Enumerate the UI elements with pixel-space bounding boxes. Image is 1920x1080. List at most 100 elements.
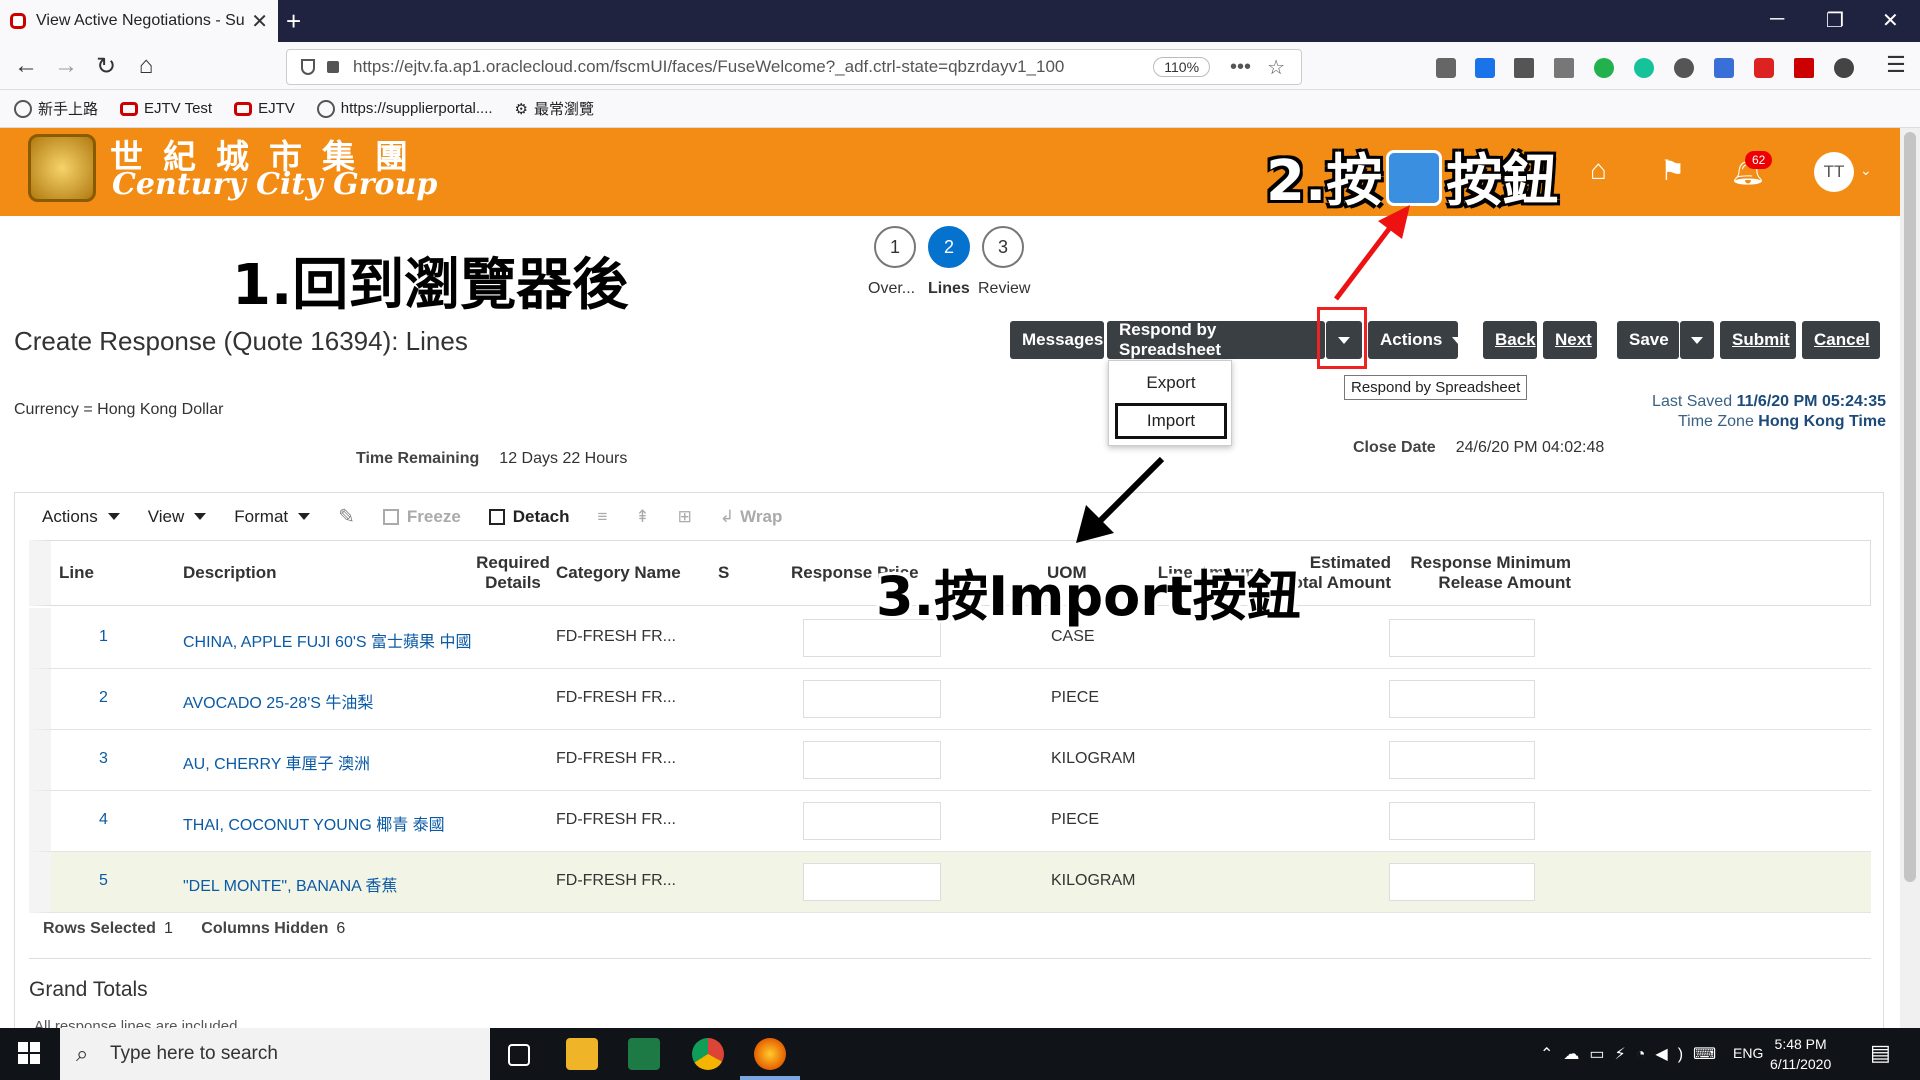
col-s[interactable]: S (718, 563, 729, 583)
address-bar[interactable]: https://ejtv.fa.ap1.oraclecloud.com/fscm… (286, 49, 1302, 85)
line-number[interactable]: 5 (99, 872, 108, 890)
line-number[interactable]: 4 (99, 811, 108, 829)
save-button[interactable]: Save (1617, 321, 1679, 359)
detach-button[interactable]: Detach (488, 507, 569, 527)
minimize-icon[interactable]: ─ (1770, 8, 1784, 31)
user-avatar[interactable]: TT (1814, 152, 1854, 192)
table-row[interactable]: 3 AU, CHERRY 車厘子 澳洲 FD-FRESH FR... KILOG… (29, 730, 1871, 791)
menu-icon[interactable]: ☰ (1880, 52, 1912, 78)
train-label-overview[interactable]: Over... (868, 280, 915, 298)
bookmark-extension-icon[interactable] (1714, 58, 1734, 78)
cancel-button[interactable]: Cancel (1802, 321, 1880, 359)
back-arrow-icon[interactable]: ← (10, 52, 42, 80)
next-button[interactable]: Next (1543, 321, 1597, 359)
train-label-review[interactable]: Review (978, 280, 1030, 298)
col-description[interactable]: Description (183, 563, 277, 583)
response-price-input[interactable] (803, 863, 941, 901)
chrome-icon[interactable] (692, 1038, 724, 1070)
grammarly-icon[interactable] (1634, 58, 1654, 78)
windows-start-icon[interactable] (18, 1042, 40, 1064)
bookmark-item[interactable]: https://supplierportal.... (316, 99, 493, 118)
extension-icon[interactable] (1834, 58, 1854, 78)
menu-item-import[interactable]: Import (1115, 403, 1227, 439)
reading-list-icon[interactable] (1436, 58, 1456, 78)
close-tab-icon[interactable]: ✕ (251, 9, 268, 34)
home-icon[interactable]: ⌂ (1590, 154, 1607, 186)
toolbar-format-menu[interactable]: Format (234, 507, 311, 527)
line-number[interactable]: 2 (99, 689, 108, 707)
col-line[interactable]: Line (59, 563, 94, 583)
train-step-1[interactable]: 1 (874, 226, 916, 268)
min-release-input[interactable] (1389, 680, 1535, 718)
wrap-button[interactable]: ↲ Wrap (720, 507, 782, 527)
reload-icon[interactable]: ↻ (90, 52, 122, 81)
sidebar-icon[interactable] (1554, 58, 1574, 78)
check-extension-icon[interactable] (1594, 58, 1614, 78)
min-release-input[interactable] (1389, 741, 1535, 779)
min-release-input[interactable] (1389, 619, 1535, 657)
line-description[interactable]: THAI, COCONUT YOUNG 椰青 泰國 (183, 811, 445, 835)
freeze-button[interactable]: Freeze (382, 507, 461, 527)
min-release-input[interactable] (1389, 802, 1535, 840)
respond-by-spreadsheet-button[interactable]: Respond by Spreadsheet (1107, 320, 1325, 359)
library-icon[interactable] (1514, 58, 1534, 78)
toolbar-actions-menu[interactable]: Actions (42, 507, 120, 527)
page-scrollbar[interactable] (1900, 128, 1920, 1028)
line-number[interactable]: 3 (99, 750, 108, 768)
pdf-extension-icon[interactable] (1794, 58, 1814, 78)
bookmark-item[interactable]: 新手上路 (14, 98, 98, 119)
save-dropdown-button[interactable] (1680, 321, 1714, 359)
col-required-details[interactable]: Required Details (453, 553, 573, 593)
bookmark-item[interactable]: EJTV Test (120, 100, 212, 117)
bookmark-item[interactable]: ⚙ 最常瀏覽 (515, 98, 594, 119)
taskbar-clock[interactable]: 5:48 PM 6/11/2020 (1770, 1034, 1831, 1074)
submit-button[interactable]: Submit (1720, 321, 1796, 359)
wrap-icon-2[interactable]: ⇞ (635, 507, 649, 527)
ublock-icon[interactable] (1754, 58, 1774, 78)
bookmark-item[interactable]: EJTV (234, 100, 295, 117)
line-description[interactable]: AVOCADO 25-28'S 牛油梨 (183, 689, 373, 713)
file-explorer-icon[interactable] (566, 1038, 598, 1070)
line-description[interactable]: CHINA, APPLE FUJI 60'S 富士蘋果 中國 (183, 628, 471, 652)
menu-item-export[interactable]: Export (1115, 365, 1227, 401)
new-tab-button[interactable]: + (286, 6, 301, 37)
taskbar-search[interactable]: ⌕ Type here to search (60, 1028, 490, 1080)
line-description[interactable]: AU, CHERRY 車厘子 澳洲 (183, 750, 370, 774)
account-icon[interactable] (1674, 58, 1694, 78)
wrap-icon-1[interactable]: ≡ (597, 507, 607, 527)
back-button[interactable]: Back (1483, 321, 1537, 359)
response-price-input[interactable] (803, 741, 941, 779)
actions-button[interactable]: Actions (1368, 321, 1465, 359)
browser-tab[interactable]: View Active Negotiations - Sup ✕ (0, 0, 278, 42)
close-window-icon[interactable]: ✕ (1882, 8, 1899, 33)
forward-arrow-icon[interactable]: → (50, 52, 82, 80)
flag-icon[interactable]: ⚑ (1660, 154, 1685, 187)
url-text[interactable]: https://ejtv.fa.ap1.oraclecloud.com/fscm… (353, 57, 1153, 77)
zoom-level[interactable]: 110% (1153, 57, 1211, 77)
firefox-icon[interactable] (754, 1038, 786, 1070)
language-indicator[interactable]: ENG (1733, 1045, 1763, 1061)
chevron-down-icon[interactable]: ⌄ (1860, 162, 1872, 179)
excel-icon[interactable] (628, 1038, 660, 1070)
pencil-icon[interactable]: ✎ (338, 504, 355, 529)
response-price-input[interactable] (803, 802, 941, 840)
home-icon[interactable]: ⌂ (130, 52, 162, 80)
table-row[interactable]: 4 THAI, COCONUT YOUNG 椰青 泰國 FD-FRESH FR.… (29, 791, 1871, 852)
col-min-release[interactable]: Response Minimum Release Amount (1401, 553, 1571, 593)
wrap-icon-3[interactable]: ⊞ (678, 507, 692, 527)
train-step-3[interactable]: 3 (982, 226, 1024, 268)
response-price-input[interactable] (803, 680, 941, 718)
toolbar-view-menu[interactable]: View (148, 507, 207, 527)
download-icon[interactable] (1475, 58, 1495, 78)
table-row[interactable]: 2 AVOCADO 25-28'S 牛油梨 FD-FRESH FR... PIE… (29, 669, 1871, 730)
messages-button[interactable]: Messages (1010, 321, 1104, 359)
line-description[interactable]: "DEL MONTE", BANANA 香蕉 (183, 872, 397, 896)
min-release-input[interactable] (1389, 863, 1535, 901)
maximize-icon[interactable]: ❐ (1826, 8, 1844, 33)
task-view-icon[interactable] (508, 1044, 530, 1066)
page-actions-icon[interactable]: ••• (1230, 56, 1251, 79)
notifications-icon[interactable]: ▤ (1870, 1040, 1891, 1066)
system-tray-icons[interactable]: ⌃☁▭⚡︎◔◀)⌨ (1540, 1044, 1726, 1064)
col-category-name[interactable]: Category Name (556, 563, 681, 583)
line-number[interactable]: 1 (99, 628, 108, 646)
